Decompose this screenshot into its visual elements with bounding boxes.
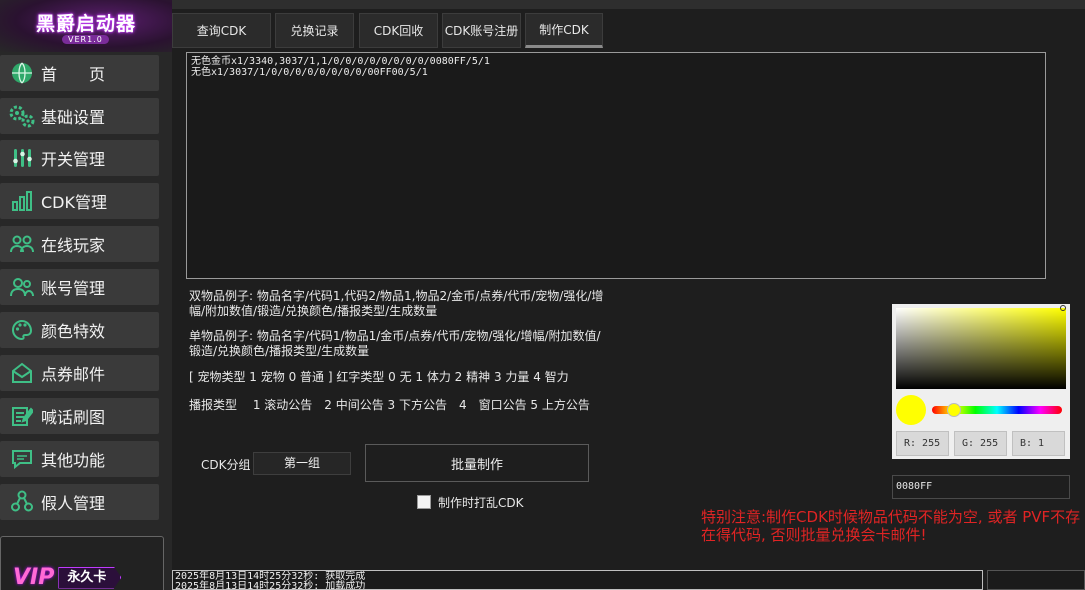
tab-make-cdk[interactable]: 制作CDK: [525, 13, 603, 48]
green-value-field[interactable]: G: 255: [954, 431, 1007, 456]
tab-label: CDK账号注册: [444, 24, 519, 38]
tab-label: CDK回收: [373, 24, 424, 38]
sidebar-item-online-players[interactable]: 在线玩家: [0, 226, 159, 262]
warning-message: 特别注意:制作CDK时候物品代码不能为空, 或者 PVF不存 在得代码, 否则批…: [701, 508, 1081, 544]
blue-value-field[interactable]: B: 1: [1012, 431, 1065, 456]
switches-icon: [9, 145, 35, 171]
sidebar-item-label: 点券邮件: [41, 365, 106, 384]
globe-icon: [9, 60, 35, 86]
batch-create-label: 批量制作: [450, 457, 503, 473]
red-value-field[interactable]: R: 255: [896, 431, 949, 456]
palette-icon: [9, 317, 35, 343]
sidebar-item-label: 颜色特效: [41, 322, 106, 341]
single-item-example: 单物品例子: 物品名字/代码1/物品1/金币/点券/代币/宠物/强化/增幅/附加…: [189, 329, 601, 358]
tab-label: 兑换记录: [290, 24, 339, 38]
tab-cdk-recycle[interactable]: CDK回收: [359, 13, 438, 48]
pet-type-legend: [ 宠物类型 1 宠物 0 普通 ] 红字类型 0 无 1 体力 2 精神 3 …: [189, 370, 569, 384]
color-picker: R: 255 G: 255 B: 1: [892, 304, 1070, 459]
sidebar-item-label: 在线玩家: [41, 236, 106, 255]
log-output: 2025年8月13日14时25分32秒: 获取完成 2025年8月13日14时2…: [172, 570, 983, 590]
logo-version: VER1.0: [62, 35, 109, 44]
hex-color-input[interactable]: 0080FF: [892, 475, 1070, 499]
sidebar-item-home[interactable]: 首 页: [0, 55, 159, 91]
sidebar-item-label: 基础设置: [41, 108, 106, 127]
vip-label: 永久卡: [58, 566, 122, 589]
bot-icon: [9, 489, 35, 515]
app-logo: 黑爵启动器 VER1.0: [0, 0, 172, 52]
sidebar-item-switch-management[interactable]: 开关管理: [0, 140, 159, 176]
sidebar-item-bot-management[interactable]: 假人管理: [0, 484, 159, 520]
cdk-definition-textarea[interactable]: 无色金币x1/3340,3037/1,1/0/0/0/0/0/0/0/0/008…: [186, 52, 1046, 279]
tab-redeem-records[interactable]: 兑换记录: [275, 13, 354, 48]
broadcast-type-legend: 播报类型 1 滚动公告 2 中间公告 3 下方公告 4 窗口公告 5 上方公告: [189, 398, 590, 412]
chat-icon: [9, 446, 35, 472]
double-item-example: 双物品例子: 物品名字/代码1,代码2/物品1,物品2/金币/点券/代币/宠物/…: [189, 289, 604, 318]
hue-slider-handle[interactable]: [947, 403, 962, 417]
tab-cdk-account-register[interactable]: CDK账号注册: [442, 13, 521, 48]
sidebar-item-other-functions[interactable]: 其他功能: [0, 441, 159, 477]
log-side-panel: [987, 570, 1085, 590]
batch-create-button[interactable]: 批量制作: [365, 444, 589, 482]
sidebar-item-coupon-mail[interactable]: 点券邮件: [0, 355, 159, 391]
sidebar-item-label: 喊话刷图: [41, 408, 106, 427]
account-icon: [9, 274, 35, 300]
sidebar-item-label: 假人管理: [41, 494, 106, 513]
bar-chart-icon: [9, 188, 35, 214]
sidebar-item-label: 其他功能: [41, 451, 106, 470]
saturation-value-area[interactable]: [896, 308, 1066, 389]
vip-text: VIP: [13, 565, 55, 590]
sidebar-item-basic-settings[interactable]: 基础设置: [0, 98, 159, 134]
edit-icon: [9, 403, 35, 429]
sidebar-item-label: CDK管理: [41, 193, 107, 212]
saturation-value-handle[interactable]: [1060, 305, 1066, 311]
cdk-group-label: CDK分组: [201, 458, 251, 472]
tab-label: 制作CDK: [539, 23, 589, 37]
sidebar-item-label: 首 页: [41, 65, 106, 84]
shuffle-cdk-checkbox[interactable]: [417, 495, 431, 509]
color-preview-swatch: [896, 395, 926, 425]
sidebar-item-shout-refresh[interactable]: 喊话刷图: [0, 398, 159, 434]
shuffle-cdk-label: 制作时打乱CDK: [438, 496, 524, 510]
cdk-group-input[interactable]: 第一组: [253, 452, 351, 475]
sidebar-item-cdk-management[interactable]: CDK管理: [0, 183, 159, 219]
tab-label: 查询CDK: [196, 24, 247, 38]
sidebar-item-color-effects[interactable]: 颜色特效: [0, 312, 159, 348]
sidebar-item-label: 开关管理: [41, 150, 106, 169]
sidebar-item-label: 账号管理: [41, 279, 106, 298]
top-strip: [172, 0, 1085, 9]
vip-card[interactable]: VIP 永久卡: [0, 536, 164, 590]
gears-icon: [9, 103, 35, 129]
users-icon: [9, 231, 35, 257]
logo-title: 黑爵启动器: [36, 13, 137, 35]
sidebar: 黑爵启动器 VER1.0 首 页 基础设置 开关管理 CDK管理 在线玩家 账号…: [0, 0, 172, 590]
sidebar-item-account-management[interactable]: 账号管理: [0, 269, 159, 305]
vip-badge: VIP 永久卡: [13, 565, 122, 590]
tab-query-cdk[interactable]: 查询CDK: [172, 13, 271, 48]
mail-icon: [9, 360, 35, 386]
